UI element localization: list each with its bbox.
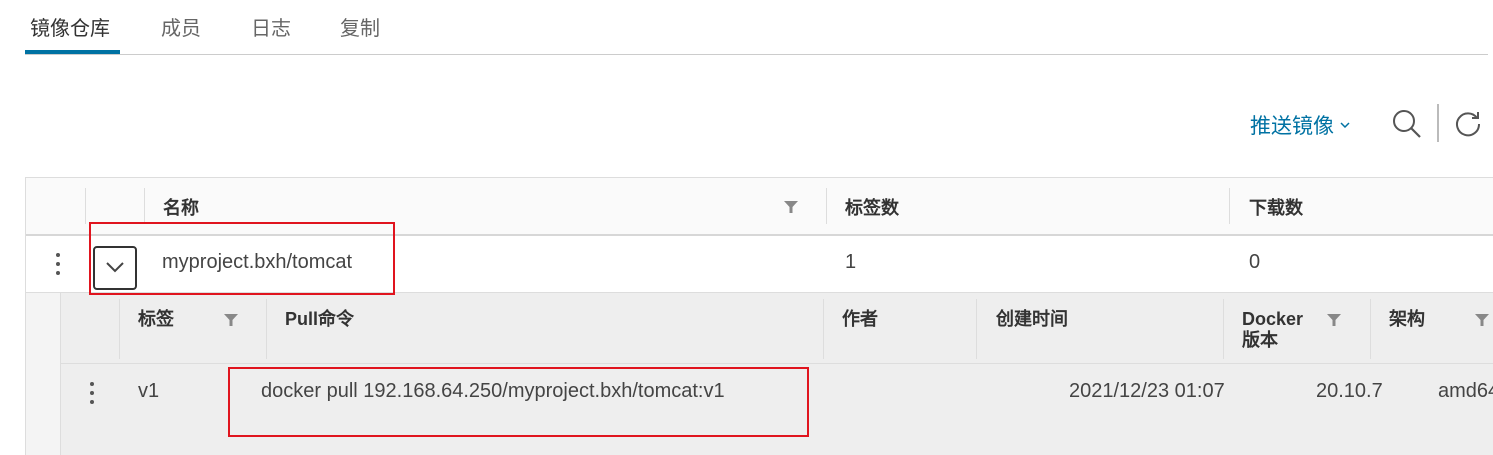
column-divider xyxy=(144,188,145,224)
column-divider xyxy=(1370,299,1371,359)
column-header-name[interactable]: 名称 xyxy=(163,194,199,220)
created-value: 2021/12/23 01:07 xyxy=(1069,380,1225,402)
column-header-arch[interactable]: 架构 xyxy=(1389,309,1425,330)
more-actions-icon[interactable] xyxy=(88,381,96,405)
column-divider xyxy=(119,299,120,359)
tab-logs[interactable]: 日志 xyxy=(251,12,291,41)
row-detail: 标签 Pull命令 作者 创建时间 Docker 版本 架构 v1 docker… xyxy=(26,293,1493,455)
column-header-tag[interactable]: 标签 xyxy=(138,309,174,330)
docker-version-value: 20.10.7 xyxy=(1316,380,1383,402)
table-row[interactable]: v1 docker pull 192.168.64.250/myproject.… xyxy=(61,364,1493,455)
active-tab-indicator xyxy=(25,50,120,54)
repository-name[interactable]: myproject.bxh/tomcat xyxy=(162,251,352,274)
column-divider xyxy=(1229,188,1230,224)
column-divider xyxy=(1223,299,1224,359)
more-actions-icon[interactable] xyxy=(54,252,62,276)
expand-row-button[interactable] xyxy=(93,246,137,290)
tab-repositories[interactable]: 镜像仓库 xyxy=(30,12,110,41)
column-header-pull-count[interactable]: 下载数 xyxy=(1249,194,1303,220)
tab-replication[interactable]: 复制 xyxy=(340,12,380,41)
filter-icon[interactable] xyxy=(784,201,798,213)
toolbar-divider xyxy=(1437,104,1439,142)
column-header-tag-count[interactable]: 标签数 xyxy=(845,194,899,220)
pull-count-value: 0 xyxy=(1249,251,1261,273)
column-divider xyxy=(826,188,827,224)
column-header-pull-command[interactable]: Pull命令 xyxy=(285,309,354,330)
push-image-dropdown[interactable]: 推送镜像 xyxy=(1250,110,1350,140)
chevron-down-icon xyxy=(1340,111,1350,135)
tab-bar: 镜像仓库 成员 日志 复制 xyxy=(25,0,1488,55)
table-row[interactable]: myproject.bxh/tomcat 1 0 xyxy=(26,236,1493,293)
tab-members[interactable]: 成员 xyxy=(161,12,201,41)
artifact-header: 标签 Pull命令 作者 创建时间 Docker 版本 架构 xyxy=(61,293,1493,364)
filter-icon[interactable] xyxy=(224,314,238,326)
artifact-datagrid: 标签 Pull命令 作者 创建时间 Docker 版本 架构 v1 docker… xyxy=(60,293,1493,455)
filter-icon[interactable] xyxy=(1475,314,1489,326)
docker-version-header-line1: Docker xyxy=(1242,309,1304,329)
chevron-down-icon xyxy=(106,262,124,273)
column-header-created[interactable]: 创建时间 xyxy=(996,309,1068,330)
tag-count-value: 1 xyxy=(845,251,857,273)
search-icon[interactable] xyxy=(1392,109,1422,139)
column-divider xyxy=(85,188,86,224)
column-divider xyxy=(976,299,977,359)
arch-value: amd64 xyxy=(1438,380,1493,402)
docker-version-header-line2: 版本 xyxy=(1242,330,1278,350)
tag-value[interactable]: v1 xyxy=(138,380,159,403)
pull-command-value[interactable]: docker pull 192.168.64.250/myproject.bxh… xyxy=(261,380,725,403)
filter-icon[interactable] xyxy=(1327,314,1341,326)
refresh-icon[interactable] xyxy=(1454,109,1482,137)
column-header-docker-version[interactable]: Docker 版本 xyxy=(1242,309,1303,351)
repository-datagrid: 名称 标签数 下载数 myproject.bxh/tomcat 1 0 标签 P… xyxy=(25,177,1493,455)
column-header-author[interactable]: 作者 xyxy=(842,309,878,330)
column-divider xyxy=(266,299,267,359)
datagrid-header: 名称 标签数 下载数 xyxy=(26,178,1493,236)
column-divider xyxy=(823,299,824,359)
push-image-label: 推送镜像 xyxy=(1250,115,1334,138)
